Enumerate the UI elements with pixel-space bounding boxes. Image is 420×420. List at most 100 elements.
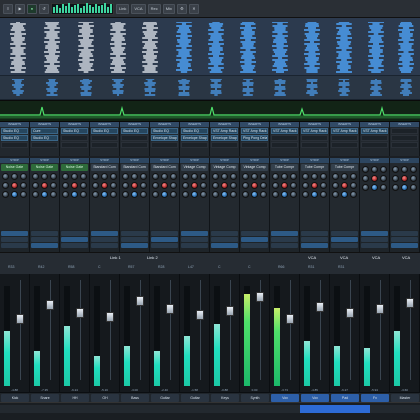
- send-slot[interactable]: [241, 243, 268, 248]
- knob[interactable]: [272, 191, 279, 198]
- send-slot[interactable]: [61, 231, 88, 236]
- knob[interactable]: [350, 191, 357, 198]
- strip-module-name[interactable]: Standard Com: [121, 164, 148, 171]
- knob[interactable]: [311, 191, 318, 198]
- send-slot[interactable]: [361, 243, 388, 248]
- knob[interactable]: [41, 191, 48, 198]
- insert-slot[interactable]: Studio EQ: [181, 128, 208, 134]
- knob[interactable]: [401, 166, 408, 173]
- track-name[interactable]: Kick: [1, 394, 29, 402]
- insert-slot[interactable]: VST Amp Rack: [361, 128, 388, 134]
- knob[interactable]: [221, 173, 228, 180]
- knob[interactable]: [152, 173, 159, 180]
- knob[interactable]: [251, 173, 258, 180]
- insert-slot-empty[interactable]: [31, 142, 58, 148]
- knob[interactable]: [302, 173, 309, 180]
- fader-handle[interactable]: [406, 298, 414, 308]
- send-slot[interactable]: [271, 237, 298, 242]
- knob[interactable]: [140, 173, 147, 180]
- knob[interactable]: [170, 182, 177, 189]
- knob[interactable]: [272, 182, 279, 189]
- send-slot[interactable]: [331, 243, 358, 248]
- audio-waveform-small[interactable]: [398, 79, 414, 97]
- play-button[interactable]: ▶: [15, 3, 25, 14]
- knob[interactable]: [281, 191, 288, 198]
- send-slot[interactable]: [151, 243, 178, 248]
- knob[interactable]: [341, 182, 348, 189]
- knob[interactable]: [320, 173, 327, 180]
- knob[interactable]: [392, 175, 399, 182]
- insert-slot-empty[interactable]: [331, 142, 358, 148]
- knob[interactable]: [50, 191, 57, 198]
- send-slot[interactable]: [211, 231, 238, 236]
- knob[interactable]: [230, 191, 237, 198]
- insert-slot[interactable]: Ping Pong Delay: [241, 135, 268, 141]
- knob[interactable]: [371, 175, 378, 182]
- knob[interactable]: [161, 191, 168, 198]
- strip-module-name[interactable]: Tube Compr: [301, 164, 328, 171]
- knob[interactable]: [290, 173, 297, 180]
- insert-slot[interactable]: Studio EQ: [1, 128, 28, 134]
- track-name[interactable]: Vox: [271, 394, 299, 402]
- send-slot[interactable]: [211, 237, 238, 242]
- settings-icon[interactable]: ⚙: [176, 3, 187, 14]
- knob[interactable]: [332, 191, 339, 198]
- audio-waveform-small[interactable]: [304, 79, 320, 97]
- send-slot[interactable]: [61, 243, 88, 248]
- knob[interactable]: [311, 173, 318, 180]
- fader-handle[interactable]: [256, 292, 264, 302]
- audio-waveform[interactable]: [142, 22, 158, 74]
- insert-slot[interactable]: [91, 135, 118, 141]
- knob[interactable]: [221, 182, 228, 189]
- knob[interactable]: [20, 191, 27, 198]
- knob[interactable]: [200, 173, 207, 180]
- send-slot[interactable]: [391, 231, 418, 236]
- track-name[interactable]: Snare: [31, 394, 59, 402]
- knob[interactable]: [170, 191, 177, 198]
- automation-lane[interactable]: [0, 100, 420, 122]
- audio-waveform[interactable]: [78, 22, 94, 74]
- audio-waveform[interactable]: [176, 22, 192, 74]
- send-slot[interactable]: [301, 243, 328, 248]
- send-slot[interactable]: [121, 231, 148, 236]
- knob[interactable]: [260, 191, 267, 198]
- knob[interactable]: [191, 182, 198, 189]
- inserts-header[interactable]: INSERTS: [390, 122, 419, 127]
- inserts-header[interactable]: INSERTS: [210, 122, 239, 127]
- strip-header[interactable]: STRIP: [210, 158, 239, 163]
- audio-waveform-small[interactable]: [208, 79, 224, 97]
- knob[interactable]: [11, 173, 18, 180]
- insert-slot[interactable]: [271, 135, 298, 141]
- knob[interactable]: [200, 182, 207, 189]
- audio-waveform-small[interactable]: [10, 79, 26, 97]
- send-slot[interactable]: [121, 237, 148, 242]
- send-slot[interactable]: [391, 243, 418, 248]
- knob[interactable]: [260, 182, 267, 189]
- fader-handle[interactable]: [286, 314, 294, 324]
- knob[interactable]: [62, 191, 69, 198]
- audio-waveform[interactable]: [398, 22, 414, 74]
- strip-header[interactable]: STRIP: [60, 158, 89, 163]
- strip-module-name[interactable]: Noise Gate: [1, 164, 28, 171]
- knob[interactable]: [140, 182, 147, 189]
- knob[interactable]: [212, 173, 219, 180]
- fader-handle[interactable]: [106, 312, 114, 322]
- send-slot[interactable]: [361, 231, 388, 236]
- rec-button[interactable]: Rec: [147, 3, 161, 14]
- insert-slot-empty[interactable]: [1, 142, 28, 148]
- insert-slot[interactable]: [361, 135, 388, 141]
- knob[interactable]: [32, 173, 39, 180]
- send-slot[interactable]: [271, 243, 298, 248]
- knob[interactable]: [161, 173, 168, 180]
- fader-handle[interactable]: [376, 304, 384, 314]
- insert-slot[interactable]: Envelope Shaper: [151, 135, 178, 141]
- inserts-header[interactable]: INSERTS: [360, 122, 389, 127]
- fader-handle[interactable]: [226, 306, 234, 316]
- inserts-header[interactable]: INSERTS: [120, 122, 149, 127]
- knob[interactable]: [20, 173, 27, 180]
- knob[interactable]: [332, 173, 339, 180]
- send-slot[interactable]: [331, 231, 358, 236]
- insert-slot-empty[interactable]: [391, 142, 418, 148]
- audio-waveform[interactable]: [110, 22, 126, 74]
- knob[interactable]: [32, 182, 39, 189]
